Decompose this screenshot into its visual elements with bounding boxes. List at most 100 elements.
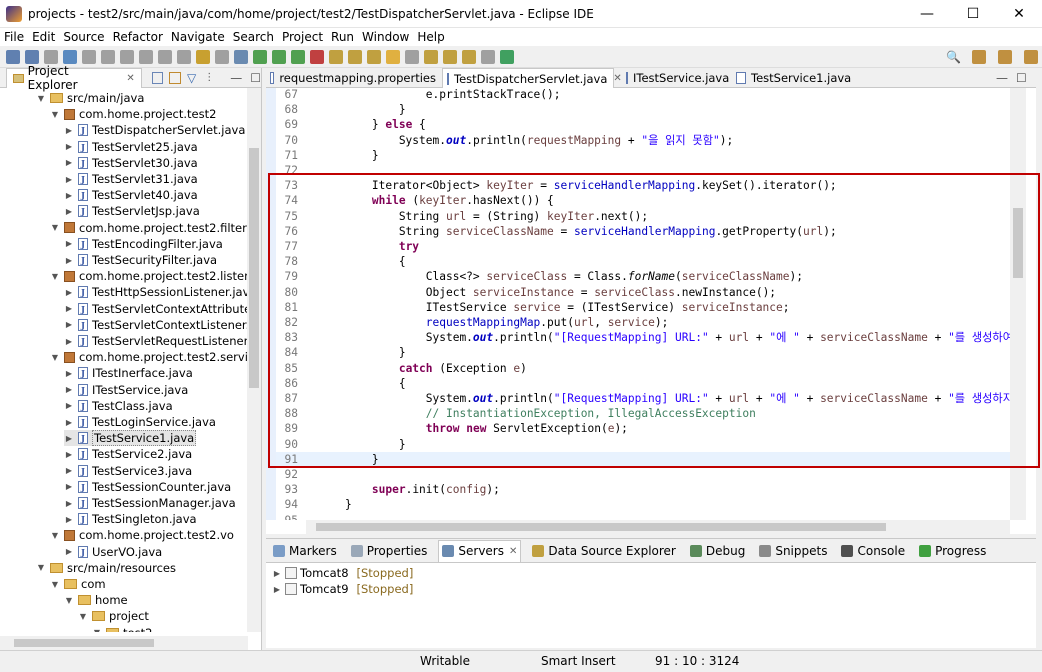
toolbar-icon[interactable] [177, 49, 191, 64]
tree-item[interactable]: ▶ J TestServlet40.java [64, 187, 198, 203]
code-line[interactable]: 79 Class<?> serviceClass = Class.forName… [276, 269, 1010, 284]
tree-item[interactable]: ▶ J TestServlet25.java [64, 139, 198, 155]
scroll-thumb[interactable] [1013, 208, 1023, 278]
toolbar-icon[interactable] [234, 49, 248, 64]
code-line[interactable]: 92 [276, 467, 1010, 482]
code-line[interactable]: 95 [276, 513, 1010, 520]
tab-progress[interactable]: Progress [916, 540, 989, 562]
tree-item[interactable]: ▼ test2 [92, 625, 152, 632]
code-line[interactable]: 94 } [276, 497, 1010, 512]
toolbar-icon[interactable] [462, 49, 476, 64]
explorer-horizontal-scrollbar[interactable] [0, 636, 248, 650]
chevron-right-icon[interactable]: ▶ [64, 499, 74, 508]
editor-horizontal-scrollbar[interactable] [306, 520, 1010, 534]
toolbar-icon[interactable] [291, 49, 305, 64]
chevron-right-icon[interactable]: ▶ [64, 158, 74, 167]
tree-item[interactable]: ▶ J TestClass.java [64, 398, 173, 414]
chevron-down-icon[interactable]: ▼ [50, 223, 60, 232]
link-editor-icon[interactable] [169, 71, 181, 84]
editor-vertical-scrollbar[interactable] [1010, 88, 1026, 520]
tree-item[interactable]: ▶ J ITestService.java [64, 382, 188, 398]
code-line[interactable]: 74 while (keyIter.hasNext()) { [276, 193, 1010, 208]
code-line[interactable]: 90 } [276, 437, 1010, 452]
code-line[interactable]: 87 System.out.println("[RequestMapping] … [276, 391, 1010, 406]
tab-properties[interactable]: Properties [348, 540, 431, 562]
toolbar-icon[interactable] [139, 49, 153, 64]
toolbar-icon[interactable] [386, 49, 400, 64]
menu-edit[interactable]: Edit [32, 30, 55, 44]
tree-item[interactable]: ▶ J TestServlet30.java [64, 155, 198, 171]
server-row[interactable]: ▶ Tomcat8 [Stopped] [266, 565, 1036, 581]
toolbar-icon[interactable] [63, 49, 77, 64]
chevron-right-icon[interactable]: ▶ [64, 482, 74, 491]
tab-servers[interactable]: Servers ✕ [438, 539, 522, 562]
code-line[interactable]: 93 super.init(config); [276, 482, 1010, 497]
code-area[interactable]: 67 e.printStackTrace(); 68 } 69 } else {70… [266, 88, 1010, 520]
code-line[interactable]: 75 String url = (String) keyIter.next(); [276, 209, 1010, 224]
tree-item[interactable]: ▶ J TestServletJsp.java [64, 203, 200, 219]
tab-markers[interactable]: Markers [270, 540, 340, 562]
chevron-right-icon[interactable]: ▶ [64, 434, 74, 443]
toolbar-icon[interactable] [82, 49, 96, 64]
code-line[interactable]: 80 Object serviceInstance = serviceClass… [276, 285, 1010, 300]
tree-item[interactable]: ▼ home [64, 592, 128, 608]
toolbar-icon[interactable] [120, 49, 134, 64]
debug-perspective-icon[interactable] [1024, 49, 1038, 64]
chevron-right-icon[interactable]: ▶ [64, 207, 74, 216]
tree-item[interactable]: ▼ com.home.project.test2.service [50, 349, 248, 365]
tree-item[interactable]: ▶ J ITestInerface.java [64, 365, 193, 381]
code-line[interactable]: 89 throw new ServletException(e); [276, 421, 1010, 436]
tree-item[interactable]: ▶ J TestServletContextAttributeListe [64, 301, 248, 317]
tree-item[interactable]: ▼ project [78, 608, 149, 624]
code-line[interactable]: 67 e.printStackTrace(); [276, 88, 1010, 102]
collapse-all-icon[interactable] [151, 71, 164, 84]
chevron-right-icon[interactable]: ▶ [64, 126, 74, 135]
code-line[interactable]: 78 { [276, 254, 1010, 269]
code-line[interactable]: 88 // InstantiationException, IllegalAcc… [276, 406, 1010, 421]
tab-testdispatcherservlet-java[interactable]: TestDispatcherServlet.java ✕ [442, 68, 622, 88]
chevron-right-icon[interactable]: ▶ [64, 385, 74, 394]
chevron-down-icon[interactable]: ▼ [78, 612, 88, 621]
toolbar-icon[interactable] [405, 49, 419, 64]
chevron-right-icon[interactable]: ▶ [64, 191, 74, 200]
tree-item[interactable]: ▶ J TestDispatcherServlet.java [64, 122, 245, 138]
chevron-right-icon[interactable]: ▶ [64, 369, 74, 378]
tree-item[interactable]: ▶ J TestHttpSessionListener.java [64, 284, 248, 300]
toolbar-icon[interactable] [6, 49, 20, 64]
tree-item[interactable]: ▼ com.home.project.test2.listener [50, 268, 248, 284]
tab-itestservice-java[interactable]: ITestService.java [622, 68, 729, 88]
toolbar-icon[interactable] [329, 49, 343, 64]
chevron-right-icon[interactable]: ▶ [64, 256, 74, 265]
chevron-right-icon[interactable]: ▶ [64, 175, 74, 184]
toolbar-icon[interactable] [500, 49, 514, 64]
code-line[interactable]: 70 System.out.println(requestMapping + "… [276, 133, 1010, 148]
toolbar-icon[interactable] [25, 49, 39, 64]
chevron-right-icon[interactable]: ▶ [64, 450, 74, 459]
chevron-down-icon[interactable]: ▼ [36, 563, 46, 572]
chevron-down-icon[interactable]: ▼ [92, 628, 102, 632]
chevron-right-icon[interactable]: ▶ [64, 288, 74, 297]
chevron-right-icon[interactable]: ▶ [64, 239, 74, 248]
code-line[interactable]: 81 ITestService service = (ITestService)… [276, 300, 1010, 315]
maximize-button[interactable]: ☐ [950, 0, 996, 28]
tab-requestmapping-properties[interactable]: requestmapping.properties [266, 68, 436, 88]
toolbar-icon[interactable] [310, 49, 324, 64]
server-row[interactable]: ▶ Tomcat9 [Stopped] [266, 581, 1036, 597]
code-line[interactable]: 85 catch (Exception e) [276, 361, 1010, 376]
chevron-right-icon[interactable]: ▶ [64, 515, 74, 524]
code-line[interactable]: 71 } [276, 148, 1010, 163]
tree-item[interactable]: ▶ J TestLoginService.java [64, 414, 216, 430]
toolbar-icon[interactable] [101, 49, 115, 64]
chevron-down-icon[interactable]: ▼ [36, 94, 46, 103]
menu-navigate[interactable]: Navigate [171, 30, 225, 44]
code-line[interactable]: 77 try [276, 239, 1010, 254]
tab-debug[interactable]: Debug [687, 540, 748, 562]
chevron-down-icon[interactable]: ▼ [64, 596, 74, 605]
code-line[interactable]: 91 } [276, 451, 1010, 467]
menu-source[interactable]: Source [63, 30, 104, 44]
chevron-right-icon[interactable]: ▶ [64, 304, 74, 313]
menu-help[interactable]: Help [417, 30, 444, 44]
code-line[interactable]: 68 } [276, 102, 1010, 117]
close-tab-icon[interactable]: ✕ [613, 73, 621, 84]
tree-item[interactable]: ▶ J TestServletContextListener.java [64, 317, 248, 333]
